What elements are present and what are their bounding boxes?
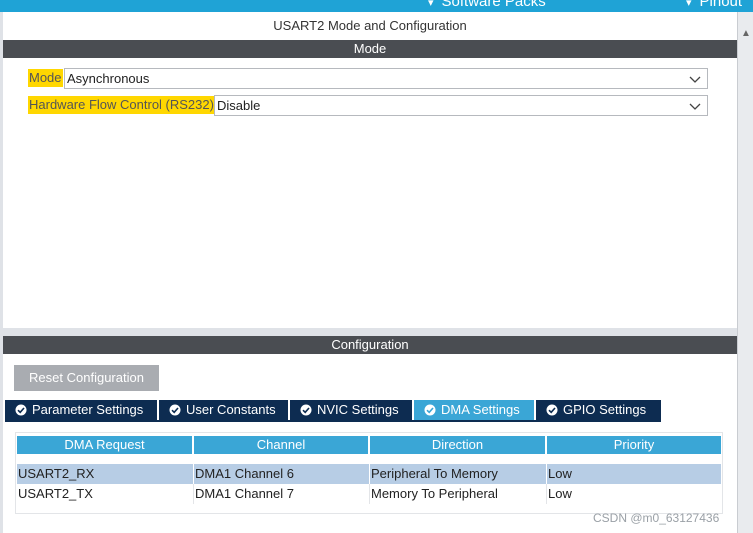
mode-section-header: Mode — [3, 40, 737, 58]
chevron-down-icon — [689, 103, 701, 110]
cell-dma-request: USART2_RX — [17, 464, 194, 484]
check-circle-icon — [424, 404, 436, 416]
tab-nvic-settings[interactable]: NVIC Settings — [290, 400, 412, 420]
mode-label: Mode — [28, 69, 63, 87]
tab-label: DMA Settings — [441, 402, 520, 417]
nav-pinout[interactable]: ▾ Pinout — [686, 0, 742, 10]
chevron-down-icon: ▾ — [686, 0, 692, 9]
tab-parameter-settings[interactable]: Parameter Settings — [5, 400, 157, 420]
tab-underline — [5, 420, 661, 422]
tab-gpio-settings[interactable]: GPIO Settings — [536, 400, 661, 420]
cell-channel: DMA1 Channel 6 — [194, 464, 370, 484]
triangle-up-icon[interactable]: ▲ — [741, 28, 751, 39]
column-header-priority[interactable]: Priority — [547, 436, 721, 454]
side-scroll-strip[interactable]: ▲ — [737, 12, 753, 533]
configuration-section-header: Configuration — [3, 336, 737, 354]
watermark: CSDN @m0_63127436 — [593, 511, 720, 525]
mode-select[interactable]: Asynchronous — [64, 68, 708, 89]
flow-control-select[interactable]: Disable — [214, 95, 708, 116]
mode-panel: Mode Asynchronous Hardware Flow Control … — [3, 58, 737, 328]
tab-user-constants[interactable]: User Constants — [159, 400, 288, 420]
mode-select-value: Asynchronous — [67, 71, 150, 86]
check-circle-icon — [546, 404, 558, 416]
flow-control-select-value: Disable — [217, 98, 261, 113]
column-header-direction[interactable]: Direction — [370, 436, 545, 454]
column-header-dma-request[interactable]: DMA Request — [17, 436, 192, 454]
column-header-channel[interactable]: Channel — [194, 436, 368, 454]
table-row[interactable]: USART2_TX DMA1 Channel 7 Memory To Perip… — [17, 484, 721, 504]
nav-software-packs[interactable]: ▾ Software Packs — [428, 0, 546, 10]
cell-priority: Low — [548, 486, 572, 501]
tab-label: Parameter Settings — [32, 402, 144, 417]
cell-direction: Peripheral To Memory — [370, 464, 547, 484]
check-circle-icon — [15, 404, 27, 416]
configuration-panel: Reset Configuration Parameter Settings U… — [3, 354, 737, 533]
page-title: USART2 Mode and Configuration — [3, 12, 737, 40]
mode-field-row: Mode Asynchronous — [28, 68, 708, 89]
cell-direction: Memory To Peripheral — [370, 484, 547, 504]
reset-configuration-button[interactable]: Reset Configuration — [14, 365, 159, 391]
chevron-down-icon: ▾ — [428, 0, 434, 9]
tab-label: User Constants — [186, 402, 276, 417]
tab-dma-settings[interactable]: DMA Settings — [414, 400, 534, 420]
tab-label: GPIO Settings — [563, 402, 647, 417]
check-circle-icon — [169, 404, 181, 416]
flow-control-label: Hardware Flow Control (RS232) — [28, 96, 215, 114]
top-nav-bar: ▾ Software Packs ▾ Pinout — [0, 0, 753, 12]
check-circle-icon — [300, 404, 312, 416]
cell-channel: DMA1 Channel 7 — [194, 484, 370, 504]
dma-table: DMA Request Channel Direction Priority U… — [15, 432, 723, 514]
flow-control-field-row: Hardware Flow Control (RS232) Disable — [28, 95, 708, 116]
table-row[interactable]: USART2_RX DMA1 Channel 6 Peripheral To M… — [17, 464, 721, 484]
cell-dma-request: USART2_TX — [17, 484, 194, 504]
chevron-down-icon — [689, 76, 701, 83]
tab-label: NVIC Settings — [317, 402, 399, 417]
cell-priority: Low — [548, 466, 572, 481]
